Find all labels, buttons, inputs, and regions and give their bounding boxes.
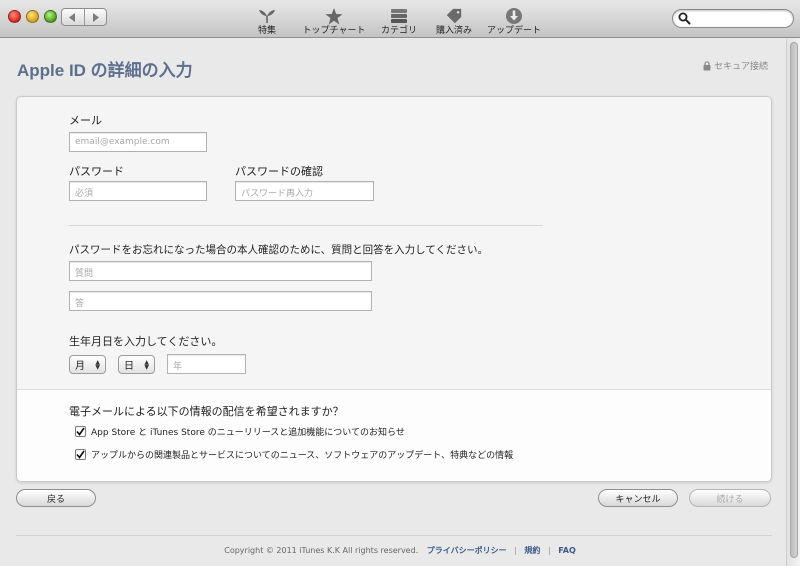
birth-month-select[interactable]: 月 ▲ ▼ [69,355,106,374]
form-divider [69,225,543,226]
birth-month-value: 月 [75,361,85,372]
lock-icon [703,60,711,70]
security-question-prompt: パスワードをお忘れになった場合の本人確認のために、質問と回答を入力してください。 [69,244,489,256]
download-icon [505,7,523,25]
updown-arrows-icon: ▲ ▼ [95,358,100,371]
birth-year-field[interactable]: 年 [167,354,246,374]
toolbar-item-featured[interactable]: 特集 [250,3,284,37]
toolbar-label-categories: カテゴリ [380,26,417,36]
footer: Copyright © 2011 iTunes K.K All rights r… [0,545,800,556]
birth-day-value: 日 [124,361,134,372]
password-confirm-field[interactable]: パスワード再入力 [235,181,374,201]
footer-separator: | [514,546,517,555]
password-confirm-label: パスワードの確認 [235,165,323,178]
toolbar-item-updates[interactable]: アップデート [484,3,544,37]
window-titlebar: 特集 トップチャート カテゴリ 購入済み アップデート [0,0,800,38]
updown-arrows-icon: ▲ ▼ [144,358,149,371]
account-form-card: メール email@example.com パスワード 必須 パスワードの確認 … [16,96,772,482]
newsletter-store-label: App Store と iTunes Store のニューリリースと追加機能につ… [91,428,405,438]
toolbar-item-purchased[interactable]: 購入済み [434,3,474,37]
categories-icon [390,7,408,25]
toolbar-label-updates: アップデート [486,26,541,36]
toolbar-label-purchased: 購入済み [435,26,472,36]
newsletter-option-store[interactable]: App Store と iTunes Store のニューリリースと追加機能につ… [75,425,405,438]
email-field[interactable]: email@example.com [69,132,207,152]
toolbar-label-featured: 特集 [257,26,276,36]
newsletter-apple-checkbox[interactable] [75,449,86,460]
secure-connection: セキュア接続 [703,59,768,72]
newsletter-section: 電子メールによる以下の情報の配信を希望されますか？ App Store と iT… [17,389,771,481]
privacy-policy-link[interactable]: プライバシーポリシー [427,546,507,555]
featured-icon [258,7,276,25]
secure-connection-label: セキュア接続 [714,62,768,72]
birth-day-select[interactable]: 日 ▲ ▼ [118,355,155,374]
page-title: Apple ID の詳細の入力 [17,61,193,80]
toolbar-item-categories[interactable]: カテゴリ [378,3,420,37]
newsletter-prompt: 電子メールによる以下の情報の配信を希望されますか？ [69,405,344,418]
security-answer-field[interactable]: 答 [69,291,372,311]
newsletter-apple-label: アップルからの関連製品とサービスについてのニュース、ソフトウェアのアップデート、… [91,451,514,461]
continue-button[interactable]: 続ける [689,489,771,507]
vertical-scrollbar[interactable] [786,39,800,566]
toolbar-item-top-charts[interactable]: トップチャート [298,3,370,37]
scrollbar-thumb[interactable] [790,42,798,558]
footer-divider [16,535,772,536]
copyright-text: Copyright © 2011 iTunes K.K All rights r… [224,546,419,555]
tag-icon [445,7,463,25]
checkmark-icon [76,427,85,436]
newsletter-option-apple[interactable]: アップルからの関連製品とサービスについてのニュース、ソフトウェアのアップデート、… [75,448,513,461]
footer-separator: | [547,546,551,555]
terms-link[interactable]: 規約 [524,546,540,555]
password-label: パスワード [69,165,124,178]
newsletter-store-checkbox[interactable] [75,426,86,437]
email-label: メール [69,114,102,127]
faq-link[interactable]: FAQ [558,546,576,555]
back-button[interactable]: 戻る [16,489,96,507]
cancel-button[interactable]: キャンセル [598,489,678,507]
checkmark-icon [76,450,85,459]
search-icon [678,12,691,25]
security-question-field[interactable]: 質問 [69,261,372,281]
toolbar-label-top-charts: トップチャート [302,26,366,36]
birthday-prompt: 生年月日を入力してください。 [69,335,223,348]
search-input[interactable] [672,9,794,28]
password-field[interactable]: 必須 [69,181,207,201]
star-icon [325,7,343,25]
